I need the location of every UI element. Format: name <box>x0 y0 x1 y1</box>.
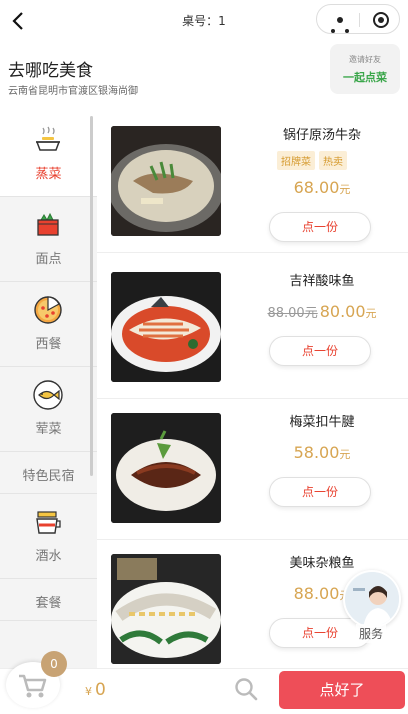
invite-line2: 一起点菜 <box>343 71 387 84</box>
dish-price: 68.00元 <box>293 178 351 197</box>
dish-photo[interactable] <box>111 413 221 523</box>
category-label: 套餐 <box>35 596 62 611</box>
customer-service-button[interactable] <box>343 570 401 628</box>
close-program-icon[interactable] <box>373 12 389 28</box>
sidebar-scrollbar[interactable] <box>90 116 93 476</box>
category-label: 西餐 <box>35 337 62 352</box>
fish-plate-icon <box>33 380 63 410</box>
category-pastry[interactable]: 面点 <box>0 197 97 282</box>
dish-name: 吉祥酸味鱼 <box>289 274 355 289</box>
dish-item: 梅菜扣牛腱 58.00元 点一份 <box>97 399 408 540</box>
dish-tags: 招牌菜 热卖 <box>277 150 351 170</box>
service-label: 服务 <box>356 624 387 643</box>
dish-tag: 招牌菜 <box>277 151 315 170</box>
dish-price: 88.00元 80.00元 <box>267 302 377 321</box>
category-label: 酒水 <box>35 549 62 564</box>
dish-photo[interactable] <box>111 126 221 236</box>
category-label: 荤菜 <box>35 422 62 437</box>
dish-name: 美味杂粮鱼 <box>289 556 355 571</box>
order-done-button[interactable]: 点好了 <box>279 671 405 709</box>
original-price: 88.00元 <box>267 306 318 321</box>
dish-item: 吉祥酸味鱼 88.00元 80.00元 点一份 <box>97 258 408 399</box>
category-label: 特色民宿 <box>22 469 75 484</box>
order-one-button[interactable]: 点一份 <box>269 212 371 242</box>
category-label: 面点 <box>35 252 62 267</box>
category-drinks[interactable]: 酒水 <box>0 494 97 579</box>
category-combo[interactable]: 套餐 <box>0 579 97 621</box>
cart-total: ¥0 <box>85 680 106 700</box>
steamer-icon <box>35 126 61 151</box>
cart-count-badge: 0 <box>41 651 67 677</box>
category-western[interactable]: 西餐 <box>0 282 97 367</box>
search-icon[interactable] <box>233 676 259 702</box>
dish-name: 梅菜扣牛腱 <box>289 415 355 430</box>
category-specialty[interactable]: 特色民宿 <box>0 452 97 494</box>
drink-icon <box>36 511 61 534</box>
pastry-box-icon <box>37 212 59 236</box>
dish-photo[interactable] <box>111 272 221 382</box>
category-sidebar: 蒸菜 面点 西餐 荤菜 特色民宿 酒水 套餐 <box>0 112 97 668</box>
more-menu-icon[interactable] <box>331 17 351 37</box>
invite-friends-button[interactable]: 邀请好友 一起点菜 <box>330 44 400 94</box>
dish-photo[interactable] <box>111 554 221 664</box>
dish-price: 58.00元 <box>293 443 351 462</box>
category-steamed[interactable]: 蒸菜 <box>0 112 97 197</box>
category-meat[interactable]: 荤菜 <box>0 367 97 452</box>
order-one-button[interactable]: 点一份 <box>269 477 371 507</box>
top-bar: 桌号：1 <box>0 0 408 42</box>
shop-name: 去哪吃美食 <box>8 61 93 81</box>
dish-tag: 热卖 <box>319 151 347 170</box>
invite-line1: 邀请好友 <box>349 55 381 64</box>
category-label: 蒸菜 <box>35 167 62 182</box>
mini-program-capsule <box>316 4 400 34</box>
shop-address: 云南省昆明市官渡区银海尚御 <box>8 86 138 97</box>
pizza-icon <box>34 296 62 324</box>
order-one-button[interactable]: 点一份 <box>269 336 371 366</box>
dish-name: 锅仔原汤牛杂 <box>282 128 361 143</box>
dish-item: 锅仔原汤牛杂 招牌菜 热卖 68.00元 点一份 <box>97 112 408 253</box>
